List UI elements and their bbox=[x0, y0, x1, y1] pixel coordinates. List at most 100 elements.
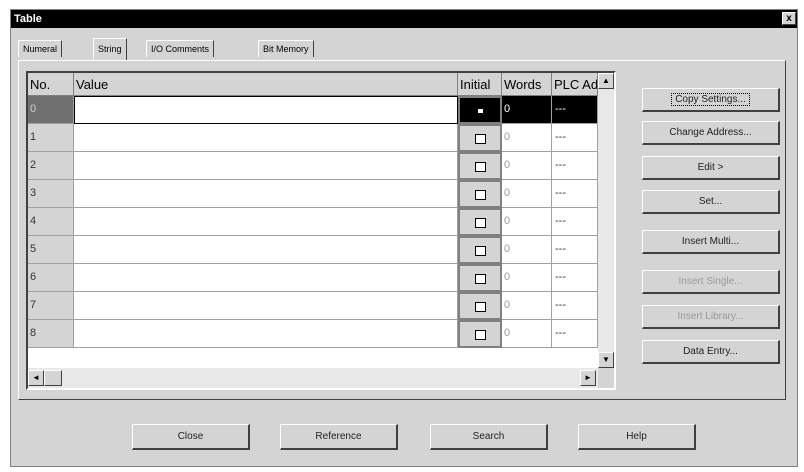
initial-checkbox[interactable] bbox=[475, 190, 486, 200]
initial-cell[interactable] bbox=[458, 292, 502, 320]
table-row[interactable]: 7 0 --- bbox=[28, 292, 598, 320]
words-cell[interactable]: 0 bbox=[502, 96, 552, 124]
title-bar[interactable]: Table x bbox=[11, 10, 797, 28]
plc-address-cell[interactable]: --- bbox=[552, 124, 598, 152]
value-cell[interactable] bbox=[74, 96, 458, 124]
initial-checkbox[interactable] bbox=[475, 218, 486, 228]
tab-string[interactable]: String bbox=[93, 38, 127, 60]
arrow-down-icon: ▼ bbox=[602, 355, 610, 364]
data-entry-button[interactable]: Data Entry... bbox=[642, 340, 780, 364]
initial-cell[interactable] bbox=[458, 264, 502, 292]
copy-settings-button[interactable]: Copy Settings... bbox=[642, 88, 780, 112]
initial-cell[interactable] bbox=[458, 124, 502, 152]
words-cell[interactable]: 0 bbox=[502, 152, 552, 180]
plc-address-cell[interactable]: --- bbox=[552, 236, 598, 264]
header-initial[interactable]: Initial bbox=[458, 73, 502, 96]
words-cell[interactable]: 0 bbox=[502, 264, 552, 292]
initial-checkbox[interactable] bbox=[475, 246, 486, 256]
tab-io-comments[interactable]: I/O Comments bbox=[146, 40, 215, 57]
value-cell[interactable] bbox=[74, 264, 458, 292]
row-number[interactable]: 8 bbox=[28, 320, 74, 348]
initial-checkbox[interactable] bbox=[475, 274, 486, 284]
initial-checkbox[interactable] bbox=[475, 134, 486, 144]
button-label: Data Entry... bbox=[683, 346, 738, 357]
plc-address-cell[interactable]: --- bbox=[552, 208, 598, 236]
initial-checkbox[interactable] bbox=[475, 162, 486, 172]
words-cell[interactable]: 0 bbox=[502, 320, 552, 348]
initial-cell[interactable] bbox=[458, 208, 502, 236]
initial-checkbox[interactable] bbox=[475, 330, 486, 340]
row-number[interactable]: 1 bbox=[28, 124, 74, 152]
initial-cell[interactable] bbox=[458, 320, 502, 348]
header-words[interactable]: Words bbox=[502, 73, 552, 96]
tab-numeral[interactable]: Numeral bbox=[18, 40, 63, 57]
initial-cell[interactable] bbox=[458, 236, 502, 264]
plc-address-cell[interactable]: --- bbox=[552, 152, 598, 180]
help-button[interactable]: Help bbox=[578, 424, 696, 450]
plc-address-cell[interactable]: --- bbox=[552, 96, 598, 124]
table-row[interactable]: 2 0 --- bbox=[28, 152, 598, 180]
close-button[interactable]: x bbox=[782, 12, 796, 25]
horizontal-scrollbar[interactable]: ◄ ► bbox=[28, 368, 598, 388]
words-cell[interactable]: 0 bbox=[502, 124, 552, 152]
scroll-up-button[interactable]: ▲ bbox=[598, 73, 614, 89]
row-number[interactable]: 4 bbox=[28, 208, 74, 236]
button-label: Edit > bbox=[697, 162, 724, 173]
header-no[interactable]: No. bbox=[28, 73, 74, 96]
table-row[interactable]: 4 0 --- bbox=[28, 208, 598, 236]
row-number[interactable]: 6 bbox=[28, 264, 74, 292]
initial-checkbox[interactable] bbox=[475, 302, 486, 312]
scroll-left-button[interactable]: ◄ bbox=[28, 370, 44, 386]
row-number[interactable]: 3 bbox=[28, 180, 74, 208]
value-cell[interactable] bbox=[74, 124, 458, 152]
words-cell[interactable]: 0 bbox=[502, 180, 552, 208]
plc-address-cell[interactable]: --- bbox=[552, 264, 598, 292]
words-cell[interactable]: 0 bbox=[502, 292, 552, 320]
change-address-button[interactable]: Change Address... bbox=[642, 121, 780, 145]
table-row[interactable]: 3 0 --- bbox=[28, 180, 598, 208]
table-row[interactable]: 5 0 --- bbox=[28, 236, 598, 264]
plc-address-cell[interactable]: --- bbox=[552, 320, 598, 348]
row-number[interactable]: 0 bbox=[28, 96, 74, 124]
plc-address-cell[interactable]: --- bbox=[552, 180, 598, 208]
initial-cell[interactable] bbox=[458, 152, 502, 180]
row-number[interactable]: 7 bbox=[28, 292, 74, 320]
value-cell[interactable] bbox=[74, 292, 458, 320]
initial-cell[interactable] bbox=[458, 96, 502, 124]
row-number[interactable]: 2 bbox=[28, 152, 74, 180]
value-cell[interactable] bbox=[74, 208, 458, 236]
scroll-thumb[interactable] bbox=[44, 370, 62, 386]
value-cell[interactable] bbox=[74, 180, 458, 208]
insert-single-button[interactable]: Insert Single... bbox=[642, 270, 780, 294]
button-label: Insert Library... bbox=[677, 311, 744, 322]
words-cell[interactable]: 0 bbox=[502, 208, 552, 236]
tab-bit-memory[interactable]: Bit Memory bbox=[258, 40, 314, 57]
value-cell[interactable] bbox=[74, 152, 458, 180]
vertical-scrollbar[interactable]: ▲ ▼ bbox=[598, 73, 614, 368]
initial-checkbox[interactable] bbox=[475, 106, 486, 116]
insert-multi-button[interactable]: Insert Multi... bbox=[642, 230, 780, 254]
scroll-right-button[interactable]: ► bbox=[580, 370, 596, 386]
row-number[interactable]: 5 bbox=[28, 236, 74, 264]
table-row[interactable]: 8 0 --- bbox=[28, 320, 598, 348]
table-row[interactable]: 6 0 --- bbox=[28, 264, 598, 292]
insert-library-button[interactable]: Insert Library... bbox=[642, 305, 780, 329]
table-row[interactable]: 0 0 --- bbox=[28, 96, 598, 124]
edit-button[interactable]: Edit > bbox=[642, 156, 780, 180]
string-table: No. Value Initial Words PLC Ad 0 0 --- 1 0 --… bbox=[26, 71, 616, 390]
reference-button[interactable]: Reference bbox=[280, 424, 398, 450]
header-plc-address[interactable]: PLC Ad bbox=[552, 73, 598, 96]
button-label: Close bbox=[177, 431, 204, 442]
set-button[interactable]: Set... bbox=[642, 190, 780, 214]
table-row[interactable]: 1 0 --- bbox=[28, 124, 598, 152]
header-value[interactable]: Value bbox=[74, 73, 458, 96]
words-cell[interactable]: 0 bbox=[502, 236, 552, 264]
button-label: Insert Multi... bbox=[681, 236, 740, 247]
close-dialog-button[interactable]: Close bbox=[132, 424, 250, 450]
initial-cell[interactable] bbox=[458, 180, 502, 208]
value-cell[interactable] bbox=[74, 236, 458, 264]
search-button[interactable]: Search bbox=[430, 424, 548, 450]
scroll-down-button[interactable]: ▼ bbox=[598, 352, 614, 368]
value-cell[interactable] bbox=[74, 320, 458, 348]
plc-address-cell[interactable]: --- bbox=[552, 292, 598, 320]
